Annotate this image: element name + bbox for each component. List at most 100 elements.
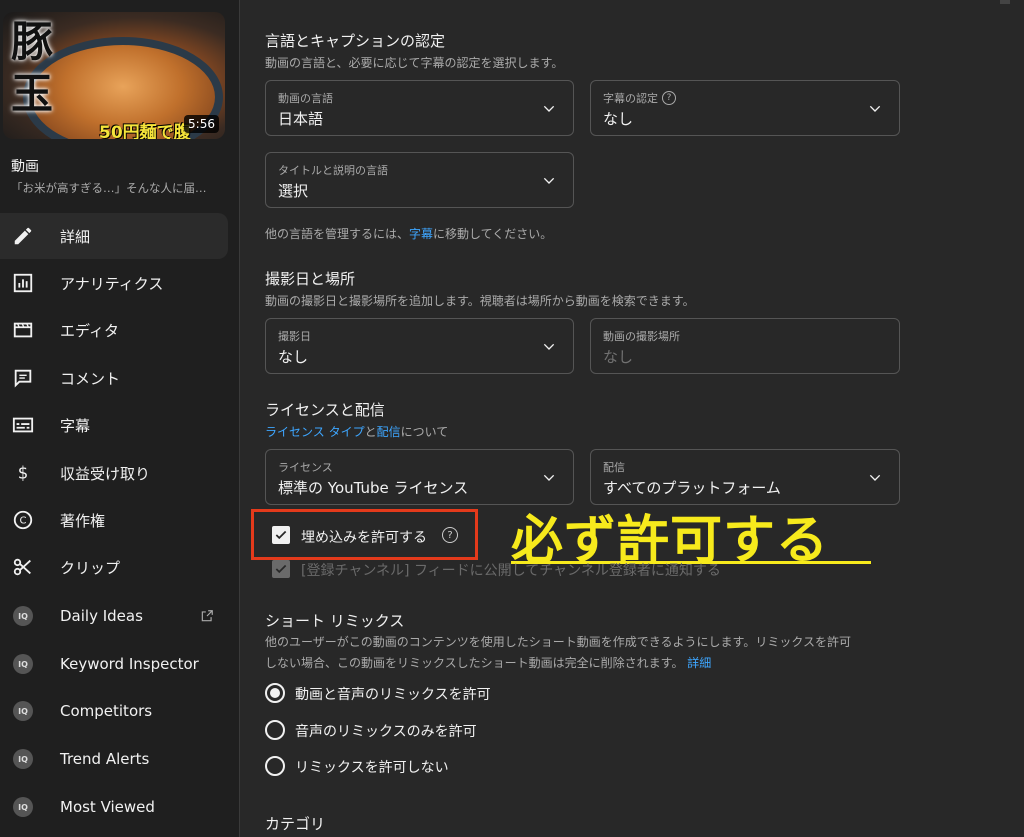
- svg-text:C: C: [19, 516, 26, 527]
- sidebar-item-label: Competitors: [60, 702, 153, 720]
- shorts-remix-desc-line2: しない場合、この動画をリミックスしたショート動画は完全に削除されます。 詳細: [265, 654, 711, 671]
- sidebar-item-clips[interactable]: クリップ: [0, 544, 228, 590]
- sidebar-item-analytics[interactable]: アナリティクス: [0, 260, 228, 306]
- field-value: 選択: [278, 182, 309, 200]
- shorts-remix-section-title: ショート リミックス: [265, 612, 405, 630]
- radio-label: リミックスを許可しない: [295, 760, 449, 776]
- video-title: 「お米が高すぎる…」そんな人に届…: [11, 181, 207, 195]
- manage-prefix: 他の言語を管理するには、: [265, 227, 410, 241]
- chevron-down-icon: [543, 474, 555, 481]
- video-section-label: 動画: [11, 159, 39, 175]
- iq-icon: IQ: [13, 749, 33, 769]
- iq-icon: IQ: [13, 606, 33, 626]
- copyright-icon: C: [12, 509, 34, 531]
- field-value: なし: [278, 348, 309, 366]
- license-type-link[interactable]: ライセンス タイプ: [265, 425, 365, 439]
- field-value: 日本語: [278, 110, 324, 128]
- field-label: 字幕の認定?: [603, 90, 676, 106]
- sidebar-item-label: Trend Alerts: [60, 750, 150, 768]
- notify-subscribers-checkbox[interactable]: [272, 560, 290, 578]
- sidebar-item-label: Most Viewed: [60, 798, 155, 816]
- chevron-down-icon: [869, 474, 881, 481]
- field-label: ライセンス: [278, 461, 333, 474]
- field-label: 配信: [603, 461, 625, 474]
- sidebar-item-trend-alerts[interactable]: IQ Trend Alerts: [0, 736, 228, 782]
- manage-suffix: に移動してください。: [433, 227, 553, 241]
- sidebar-item-label: エディタ: [60, 321, 119, 340]
- language-section-title: 言語とキャプションの認定: [265, 32, 446, 50]
- sidebar-item-copyright[interactable]: C 著作権: [0, 497, 228, 543]
- field-value: なし: [603, 110, 634, 128]
- chevron-down-icon: [543, 343, 555, 350]
- iq-icon-wrap: IQ: [12, 653, 34, 675]
- video-thumbnail[interactable]: 豚玉 50円麺で腹 5:56: [3, 12, 225, 139]
- sidebar: 豚玉 50円麺で腹 5:56 動画 「お米が高すぎる…」そんな人に届… 詳細 ア…: [0, 0, 240, 837]
- license-section-desc: ライセンス タイプと配信について: [265, 423, 448, 440]
- radio-disallow-remix[interactable]: [265, 756, 285, 776]
- comment-icon: [12, 367, 34, 389]
- category-section-title: カテゴリ: [265, 815, 326, 833]
- and-text: と: [364, 425, 377, 439]
- subtitles-icon: [12, 414, 34, 436]
- radio-allow-audio-remix-only[interactable]: [265, 720, 285, 740]
- title-description-language-dropdown[interactable]: タイトルと説明の言語 選択: [265, 152, 574, 208]
- sidebar-item-subtitles[interactable]: 字幕: [0, 402, 228, 448]
- license-section-title: ライセンスと配信: [265, 401, 385, 419]
- field-label: 動画の撮影場所: [603, 330, 680, 343]
- external-link-icon: [201, 610, 213, 622]
- iq-icon: IQ: [13, 797, 33, 817]
- field-label: 撮影日: [278, 330, 311, 343]
- iq-icon-wrap: IQ: [12, 605, 34, 627]
- distribution-link[interactable]: 配信: [377, 425, 401, 439]
- recording-location-field[interactable]: 動画の撮影場所 なし: [590, 318, 900, 374]
- field-label-text: 字幕の認定: [603, 92, 658, 105]
- distribution-dropdown[interactable]: 配信 すべてのプラットフォーム: [590, 449, 900, 505]
- sidebar-item-label: 著作権: [60, 511, 106, 530]
- location-placeholder: なし: [603, 348, 634, 366]
- editor-icon: [12, 319, 34, 341]
- recording-date-dropdown[interactable]: 撮影日 なし: [265, 318, 574, 374]
- details-panel: 言語とキャプションの認定 動画の言語と、必要に応じて字幕の認定を選択します。 動…: [241, 0, 1024, 837]
- sidebar-item-comments[interactable]: コメント: [0, 355, 228, 401]
- sidebar-item-label: アナリティクス: [60, 274, 164, 293]
- analytics-icon: [12, 272, 34, 294]
- notify-subscribers-label: [登録チャンネル] フィードに公開してチャンネル登録者に通知する: [301, 563, 721, 579]
- sidebar-item-editor[interactable]: エディタ: [0, 307, 228, 353]
- field-label: タイトルと説明の言語: [278, 164, 388, 177]
- sidebar-item-label: コメント: [60, 369, 121, 388]
- sidebar-item-monetization[interactable]: $ 収益受け取り: [0, 450, 228, 496]
- sidebar-item-details[interactable]: 詳細: [0, 213, 228, 259]
- help-icon[interactable]: ?: [442, 527, 458, 543]
- sidebar-item-most-viewed[interactable]: IQ Most Viewed: [0, 784, 228, 830]
- subtitles-link[interactable]: 字幕: [409, 227, 433, 241]
- manage-languages-text: 他の言語を管理するには、字幕に移動してください。: [265, 225, 552, 242]
- allow-embedding-checkbox[interactable]: [272, 526, 290, 544]
- field-label: 動画の言語: [278, 92, 333, 105]
- about-text: について: [400, 425, 449, 439]
- sidebar-item-keyword-inspector[interactable]: IQ Keyword Inspector: [0, 641, 228, 687]
- sidebar-item-daily-ideas[interactable]: IQ Daily Ideas: [0, 593, 228, 639]
- sidebar-item-label: Daily Ideas: [60, 607, 143, 625]
- sidebar-item-label: 収益受け取り: [60, 464, 151, 483]
- scissors-icon: [12, 556, 34, 578]
- thumbnail-overlay-text: 豚玉: [11, 17, 54, 118]
- help-icon[interactable]: ?: [662, 91, 676, 105]
- sidebar-item-competitors[interactable]: IQ Competitors: [0, 688, 228, 734]
- chevron-down-icon: [869, 105, 881, 112]
- sidebar-item-label: クリップ: [60, 558, 121, 577]
- iq-icon-wrap: IQ: [12, 700, 34, 722]
- iq-icon: IQ: [13, 701, 33, 721]
- caption-certification-dropdown[interactable]: 字幕の認定? なし: [590, 80, 900, 136]
- license-dropdown[interactable]: ライセンス 標準の YouTube ライセンス: [265, 449, 574, 505]
- checkmark-icon: [275, 564, 287, 574]
- details-link[interactable]: 詳細: [687, 656, 711, 670]
- iq-icon-wrap: IQ: [12, 796, 34, 818]
- checkmark-icon: [275, 530, 287, 540]
- scrollbar[interactable]: [1000, 0, 1010, 4]
- video-language-dropdown[interactable]: 動画の言語 日本語: [265, 80, 574, 136]
- recording-section-title: 撮影日と場所: [265, 270, 356, 288]
- sidebar-item-label: Keyword Inspector: [60, 655, 199, 673]
- chevron-down-icon: [543, 105, 555, 112]
- radio-allow-video-audio-remix[interactable]: [265, 683, 285, 703]
- iq-icon-wrap: IQ: [12, 748, 34, 770]
